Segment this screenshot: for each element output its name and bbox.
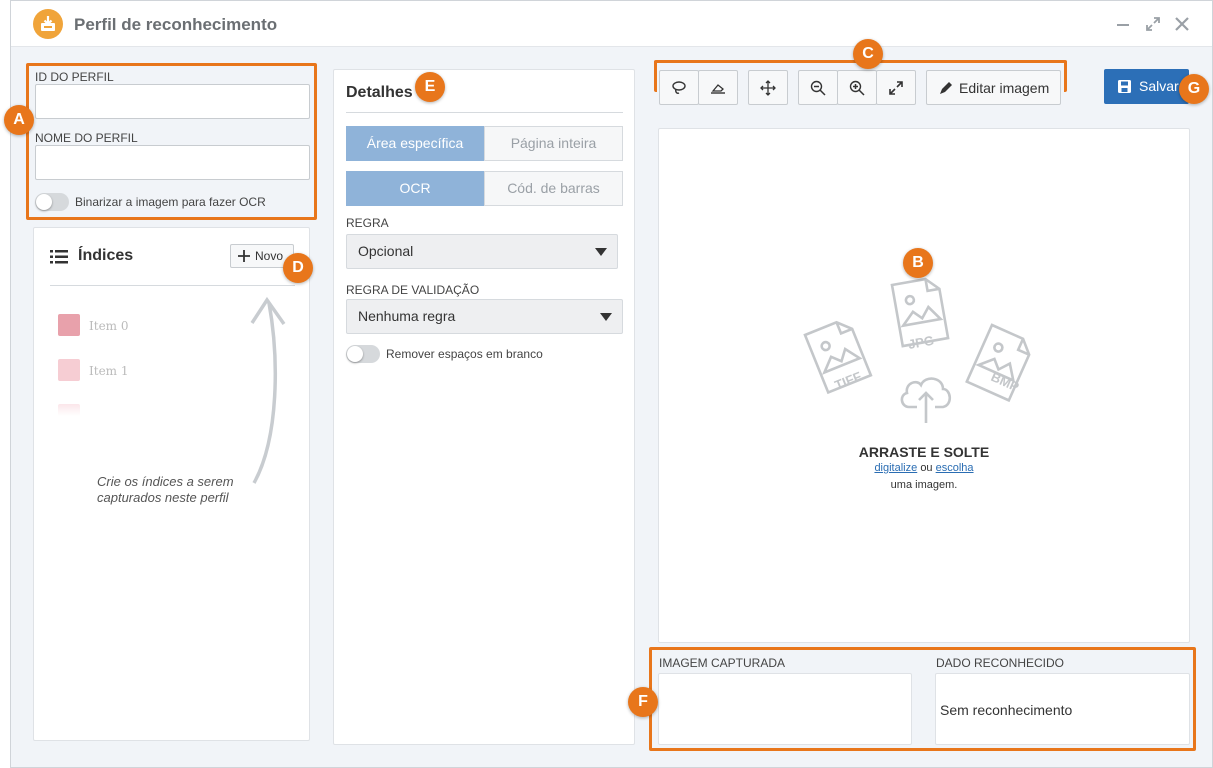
filetype-label: TIFF	[833, 369, 864, 393]
window-title: Perfil de reconhecimento	[74, 15, 278, 34]
indices-panel: Índices Novo Item 0 Item 1 Crie os índic…	[33, 227, 310, 741]
list-icon	[50, 250, 68, 264]
dropzone-actions: digitalize ou escolha	[659, 462, 1189, 474]
image-dropzone[interactable]: TIFF JPG BMP ARRASTE E SOLTE digitalize …	[658, 128, 1190, 643]
rule-value: Opcional	[358, 243, 414, 259]
index-item-swatch	[58, 359, 80, 381]
recognition-profile-window: Perfil de reconhecimento ID DO PERFIL NO…	[4, 0, 1213, 768]
dropzone-or: ou	[920, 462, 933, 474]
title-bar: Perfil de reconhecimento	[11, 1, 1212, 47]
plus-icon	[238, 250, 250, 262]
validation-rule-label: REGRA DE VALIDAÇÃO	[346, 283, 480, 297]
details-panel: Detalhes Área específica Página inteira …	[333, 69, 635, 745]
new-index-label: Novo	[255, 249, 284, 263]
indices-title: Índices	[78, 247, 134, 264]
validation-rule-value: Nenhuma regra	[358, 308, 456, 324]
details-divider	[346, 112, 623, 113]
callout-a: A	[4, 105, 34, 135]
callout-g: G	[1179, 74, 1209, 104]
save-label: Salvar	[1139, 78, 1179, 94]
highlight-f	[649, 647, 1196, 751]
indices-hint: Crie os índices a serem capturados neste…	[97, 474, 234, 505]
remove-spaces-label: Remover espaços em branco	[386, 347, 543, 361]
scan-link[interactable]: digitalize	[874, 462, 917, 474]
index-item: Item 1	[89, 364, 129, 378]
index-item: Item 0	[89, 319, 129, 333]
index-item-swatch	[58, 314, 80, 336]
tab-barcode[interactable]: Cód. de barras	[484, 171, 623, 206]
maximize-icon[interactable]	[1145, 16, 1161, 32]
hint-arrow-icon	[250, 296, 286, 484]
callout-f: F	[628, 687, 658, 717]
tab-area-specific[interactable]: Área específica	[346, 126, 484, 161]
remove-spaces-toggle[interactable]	[346, 345, 380, 363]
indices-divider	[50, 285, 295, 286]
validation-rule-select[interactable]: Nenhuma regra	[346, 299, 623, 334]
highlight-a	[26, 63, 317, 220]
callout-c: C	[853, 39, 883, 69]
callout-d: D	[283, 253, 313, 283]
tab-full-page[interactable]: Página inteira	[484, 126, 623, 161]
floppy-disk-icon	[1118, 80, 1131, 93]
dropzone-suffix: uma imagem.	[890, 479, 958, 491]
chevron-down-icon	[600, 313, 612, 321]
details-title: Detalhes	[346, 84, 413, 101]
minimize-icon[interactable]	[1115, 16, 1131, 32]
tab-ocr[interactable]: OCR	[346, 171, 484, 206]
index-item-swatch	[58, 404, 80, 416]
rule-select[interactable]: Opcional	[346, 234, 618, 269]
choose-link[interactable]: escolha	[936, 462, 974, 474]
image-files-upload-icon: TIFF JPG BMP	[803, 277, 1031, 423]
filetype-label: BMP	[989, 369, 1022, 395]
rule-label: REGRA	[346, 216, 389, 230]
filetype-label: JPG	[907, 333, 935, 352]
dropzone-title: ARRASTE E SOLTE	[858, 444, 990, 460]
callout-e: E	[415, 72, 445, 102]
callout-b: B	[903, 248, 933, 278]
close-icon[interactable]	[1174, 16, 1190, 32]
chevron-down-icon	[595, 248, 607, 256]
save-button[interactable]: Salvar	[1104, 69, 1189, 104]
inbox-download-icon	[33, 9, 63, 39]
